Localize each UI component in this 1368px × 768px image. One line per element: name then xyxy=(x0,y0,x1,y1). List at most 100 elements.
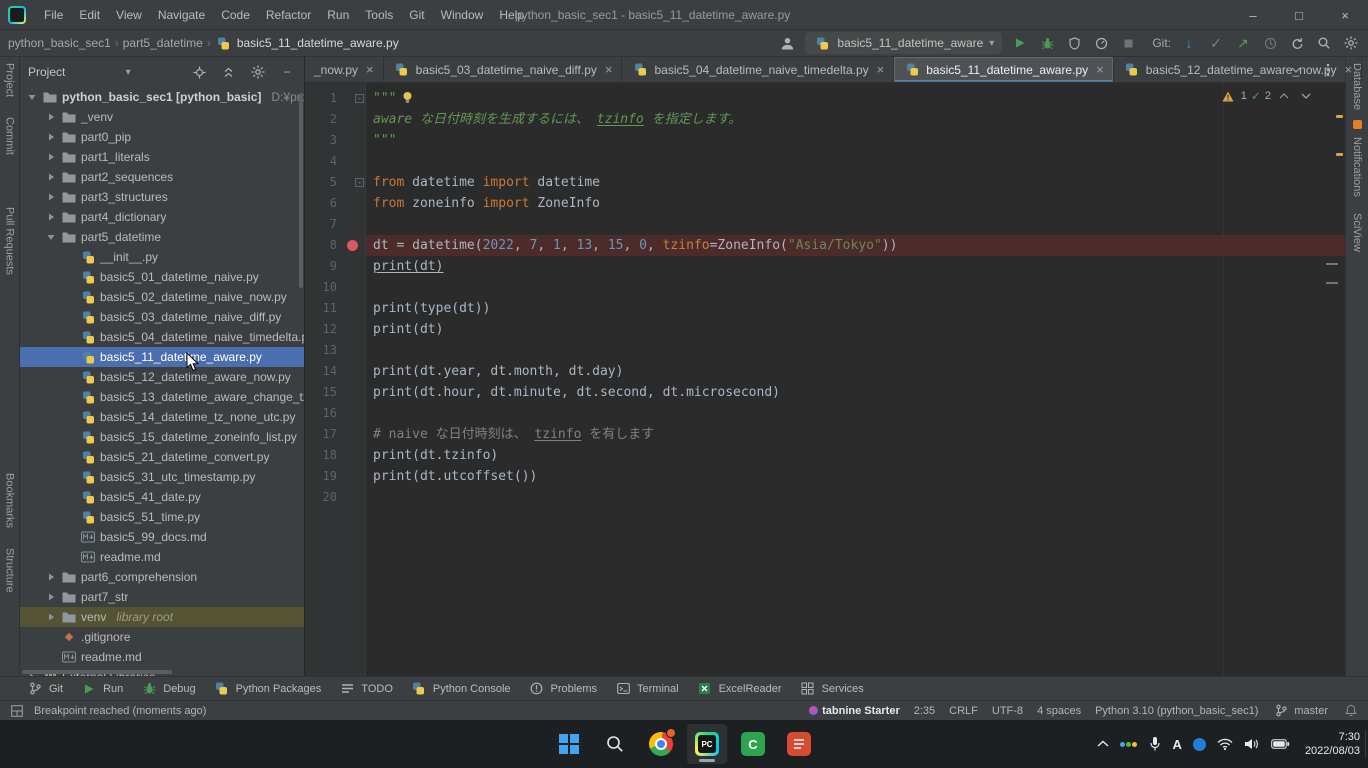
tree-item-part1-literals[interactable]: part1_literals xyxy=(20,147,304,167)
tool-stripe-structure[interactable]: Structure xyxy=(4,548,16,593)
chrome-taskbar-icon[interactable] xyxy=(641,724,681,764)
line-number[interactable]: 20 xyxy=(305,487,339,508)
tree-item-part3-structures[interactable]: part3_structures xyxy=(20,187,304,207)
menu-code[interactable]: Code xyxy=(213,8,258,22)
tree-item-part5-datetime[interactable]: part5_datetime xyxy=(20,227,304,247)
line-number[interactable]: 9 xyxy=(305,256,339,277)
tree-item-basic5-12-datetime-aware-now-py[interactable]: basic5_12_datetime_aware_now.py xyxy=(20,367,304,387)
tree-item--venv[interactable]: _venv xyxy=(20,107,304,127)
indent-style[interactable]: 4 spaces xyxy=(1037,705,1081,717)
line-number[interactable]: 13 xyxy=(305,340,339,361)
tree-item--gitignore[interactable]: .gitignore xyxy=(20,627,304,647)
toolwindow-services[interactable]: Services xyxy=(799,680,864,698)
next-problem-icon[interactable] xyxy=(1297,87,1315,105)
code-line-7[interactable]: 7 xyxy=(305,214,1345,235)
tree-item-python-basic-sec1-python-basic-[interactable]: python_basic_sec1 [python_basic]D:¥proje… xyxy=(20,87,304,107)
minimize-button[interactable]: – xyxy=(1230,0,1276,30)
menu-git[interactable]: Git xyxy=(401,8,432,22)
tree-item-basic5-21-datetime-convert-py[interactable]: basic5_21_datetime_convert.py xyxy=(20,447,304,467)
code-line-18[interactable]: 18print(dt.tzinfo) xyxy=(305,445,1345,466)
tool-stripe-notifications[interactable]: Notifications xyxy=(1351,137,1363,197)
notifications-icon[interactable] xyxy=(1342,702,1360,720)
editor-tab-basic5-11-datetime-aware-py[interactable]: basic5_11_datetime_aware.py× xyxy=(894,57,1113,82)
code-line-1[interactable]: 1-""" xyxy=(305,88,1345,109)
debug-button[interactable] xyxy=(1038,34,1056,52)
tool-stripe-bookmarks[interactable]: Bookmarks xyxy=(4,473,16,528)
fold-icon[interactable]: - xyxy=(355,94,364,103)
tree-item-basic5-41-date-py[interactable]: basic5_41_date.py xyxy=(20,487,304,507)
fold-icon[interactable]: - xyxy=(355,178,364,187)
collapse-all-button[interactable] xyxy=(220,63,238,81)
line-number[interactable]: 2 xyxy=(305,109,339,130)
code-editor[interactable]: 1-"""2aware な日付時刻を生成するには、 tzinfo を指定します。… xyxy=(305,83,1345,676)
code-line-20[interactable]: 20 xyxy=(305,487,1345,508)
rollback-button[interactable] xyxy=(1288,34,1306,52)
tree-item--init-py[interactable]: __init__.py xyxy=(20,247,304,267)
tree-item-readme-md[interactable]: readme.md xyxy=(20,647,304,667)
tree-item-basic5-01-datetime-naive-py[interactable]: basic5_01_datetime_naive.py xyxy=(20,267,304,287)
line-number[interactable]: 8 xyxy=(305,235,339,256)
line-number[interactable]: 19 xyxy=(305,466,339,487)
toolwindow-todo[interactable]: TODO xyxy=(338,680,393,698)
chevron-right-icon[interactable] xyxy=(45,192,57,202)
project-panel-title[interactable]: Project xyxy=(28,65,65,79)
red-app-taskbar-icon[interactable] xyxy=(779,724,819,764)
tree-horizontal-scrollbar[interactable] xyxy=(22,670,172,674)
breadcrumb-item[interactable]: python_basic_sec1 xyxy=(8,36,111,50)
line-number[interactable]: 4 xyxy=(305,151,339,172)
line-number[interactable]: 14 xyxy=(305,361,339,382)
chevron-down-icon[interactable] xyxy=(45,232,57,242)
tray-blue-dot-icon[interactable] xyxy=(1193,738,1206,751)
tree-item-basic5-03-datetime-naive-diff-py[interactable]: basic5_03_datetime_naive_diff.py xyxy=(20,307,304,327)
code-line-8[interactable]: 8dt = datetime(2022, 7, 1, 13, 15, 0, tz… xyxy=(305,235,1345,256)
error-stripe-mark[interactable] xyxy=(1336,153,1343,156)
line-number[interactable]: 7 xyxy=(305,214,339,235)
tree-item-part2-sequences[interactable]: part2_sequences xyxy=(20,167,304,187)
tree-item-part4-dictionary[interactable]: part4_dictionary xyxy=(20,207,304,227)
line-number[interactable]: 10 xyxy=(305,277,339,298)
line-number[interactable]: 16 xyxy=(305,403,339,424)
hidden-icons-chevron[interactable] xyxy=(1097,740,1109,748)
commit-button[interactable]: ✓ xyxy=(1207,34,1225,52)
chevron-down-icon[interactable]: ▾ xyxy=(126,67,131,78)
close-tab-icon[interactable]: × xyxy=(1345,62,1353,77)
chevron-right-icon[interactable] xyxy=(45,132,57,142)
push-button[interactable]: ↗ xyxy=(1234,34,1252,52)
close-tab-icon[interactable]: × xyxy=(877,62,885,77)
tool-stripe-pull-requests[interactable]: Pull Requests xyxy=(4,207,16,275)
user-avatar-icon[interactable] xyxy=(778,34,796,52)
line-number[interactable]: 12 xyxy=(305,319,339,340)
menu-navigate[interactable]: Navigate xyxy=(150,8,213,22)
caret-position[interactable]: 2:35 xyxy=(914,705,935,717)
menu-tools[interactable]: Tools xyxy=(357,8,401,22)
tree-item-part7-str[interactable]: part7_str xyxy=(20,587,304,607)
close-tab-icon[interactable]: × xyxy=(366,62,374,77)
chevron-down-icon[interactable] xyxy=(26,92,38,102)
tree-item-part6-comprehension[interactable]: part6_comprehension xyxy=(20,567,304,587)
tool-stripe-project[interactable]: Project xyxy=(4,63,16,97)
toolwindow-quick-access-icon[interactable] xyxy=(8,702,26,720)
code-line-16[interactable]: 16 xyxy=(305,403,1345,424)
menu-refactor[interactable]: Refactor xyxy=(258,8,319,22)
tool-stripe-sciview[interactable]: SciView xyxy=(1351,213,1363,252)
search-everywhere-button[interactable] xyxy=(1315,34,1333,52)
update-project-button[interactable]: ↓ xyxy=(1180,34,1198,52)
tabnine-status[interactable]: tabnine Starter xyxy=(809,705,900,717)
file-encoding[interactable]: UTF-8 xyxy=(992,705,1023,717)
breadcrumb-item[interactable]: part5_datetime xyxy=(123,36,203,50)
git-branch-widget[interactable]: master xyxy=(1272,702,1328,720)
code-line-15[interactable]: 15print(dt.hour, dt.minute, dt.second, d… xyxy=(305,382,1345,403)
maximize-button[interactable]: □ xyxy=(1276,0,1322,30)
toolwindow-problems[interactable]: Problems xyxy=(528,680,597,698)
green-app-taskbar-icon[interactable]: C xyxy=(733,724,773,764)
chevron-right-icon[interactable] xyxy=(45,592,57,602)
ime-mode-indicator[interactable]: A xyxy=(1173,737,1182,752)
tree-item-basic5-15-datetime-zoneinfo-list-py[interactable]: basic5_15_datetime_zoneinfo_list.py xyxy=(20,427,304,447)
tree-item-basic5-14-datetime-tz-none-utc-py[interactable]: basic5_14_datetime_tz_none_utc.py xyxy=(20,407,304,427)
menu-view[interactable]: View xyxy=(108,8,150,22)
inspections-widget[interactable]: 1 ✓2 xyxy=(1215,86,1319,106)
line-separator[interactable]: CRLF xyxy=(949,705,978,717)
menu-window[interactable]: Window xyxy=(433,8,492,22)
code-line-11[interactable]: 11print(type(dt)) xyxy=(305,298,1345,319)
taskbar-search-button[interactable] xyxy=(595,724,635,764)
